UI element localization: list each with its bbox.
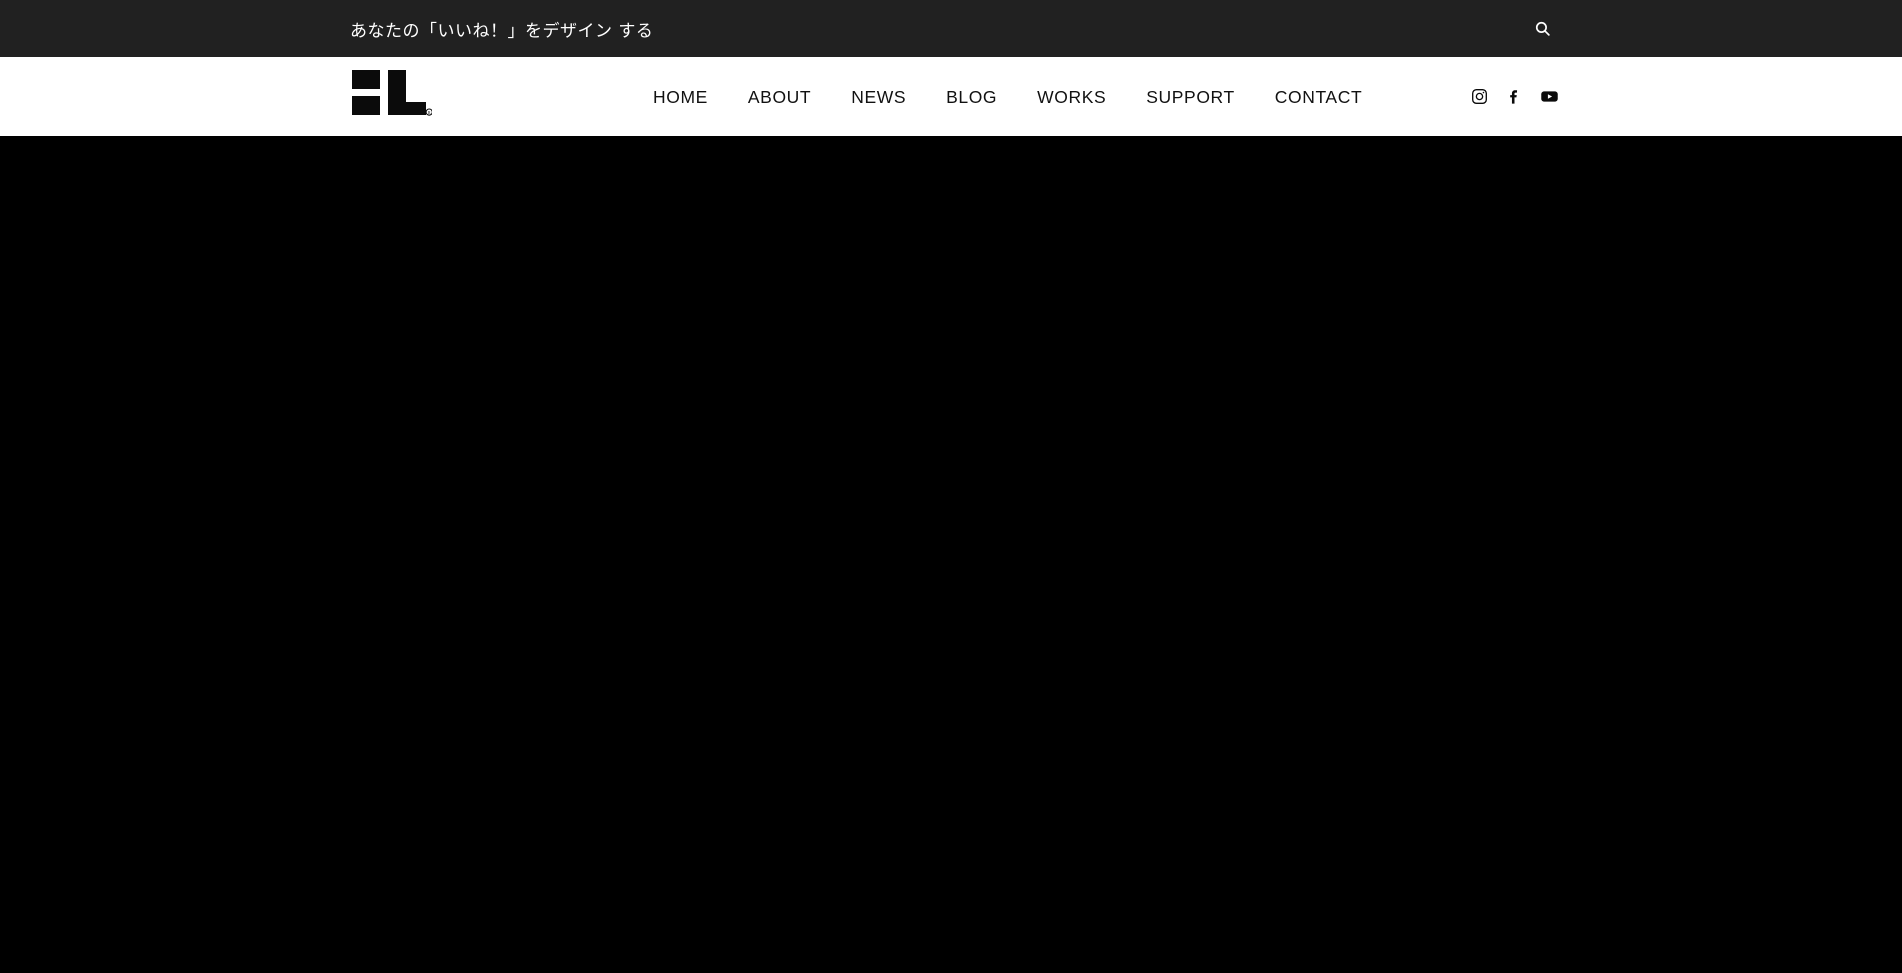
nav-item-blog[interactable]: BLOG bbox=[926, 87, 1017, 107]
top-utility-bar: あなたの「いいね！」をデザイン する bbox=[0, 0, 1902, 57]
search-icon bbox=[1534, 20, 1551, 37]
nav-item-works[interactable]: WORKS bbox=[1017, 87, 1126, 107]
social-links bbox=[1470, 88, 1558, 106]
site-logo[interactable]: R bbox=[352, 70, 432, 116]
nav-item-contact[interactable]: CONTACT bbox=[1255, 87, 1382, 107]
registered-mark: R bbox=[425, 108, 432, 116]
site-header: R HOME ABOUT NEWS BLOG WORKS SUPPORT CON… bbox=[0, 57, 1902, 136]
svg-text:R: R bbox=[428, 110, 431, 115]
hero-section bbox=[0, 136, 1902, 973]
search-button[interactable] bbox=[1528, 15, 1556, 43]
instagram-icon bbox=[1471, 88, 1488, 105]
instagram-link[interactable] bbox=[1470, 88, 1488, 106]
nav-item-support[interactable]: SUPPORT bbox=[1126, 87, 1254, 107]
youtube-icon bbox=[1540, 87, 1559, 106]
nav-item-home[interactable]: HOME bbox=[653, 87, 728, 107]
facebook-icon bbox=[1506, 88, 1523, 105]
primary-navigation: HOME ABOUT NEWS BLOG WORKS SUPPORT CONTA… bbox=[653, 87, 1382, 107]
site-tagline: あなたの「いいね！」をデザイン する bbox=[350, 21, 654, 41]
nav-item-news[interactable]: NEWS bbox=[831, 87, 926, 107]
facebook-link[interactable] bbox=[1505, 88, 1523, 106]
youtube-link[interactable] bbox=[1540, 88, 1558, 106]
nav-item-about[interactable]: ABOUT bbox=[728, 87, 831, 107]
